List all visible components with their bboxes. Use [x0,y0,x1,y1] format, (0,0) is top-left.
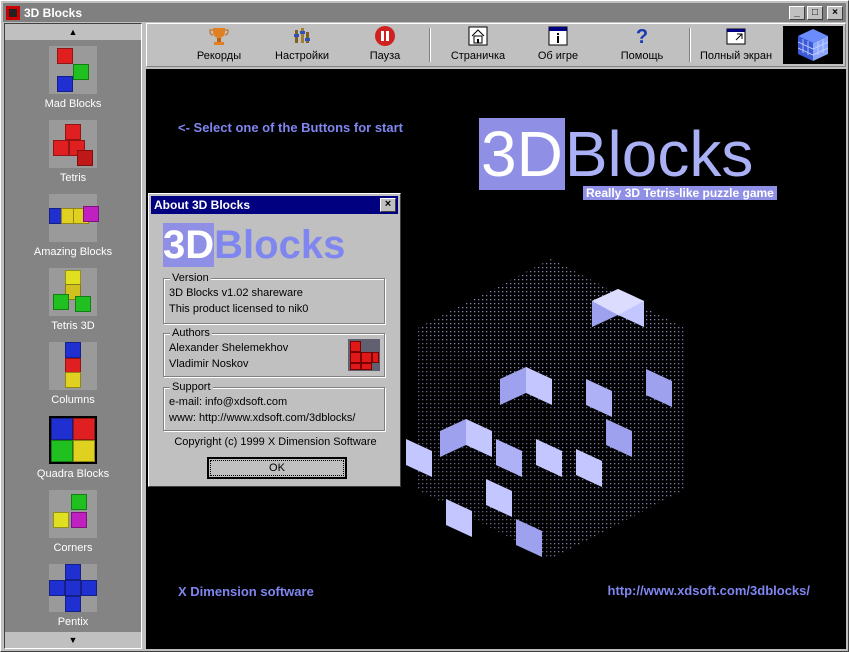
cube-artwork [406,259,686,559]
toolbar-separator [689,28,691,62]
pentix-icon [49,564,97,612]
about-dialog: About 3D Blocks × 3DBlocks Version 3D Bl… [148,193,401,487]
dialog-close-button[interactable]: × [380,198,396,212]
game-corners[interactable]: Corners [5,488,141,562]
columns-icon [49,342,97,390]
pause-button[interactable]: Пауза [357,25,413,64]
homepage-button[interactable]: Страничка [443,26,513,64]
toolbar-separator [429,28,431,62]
pause-icon [374,25,396,50]
authors-legend: Authors [170,327,212,339]
tetris-icon [49,120,97,168]
authors-group: Authors Alexander Shelemekhov Vladimir N… [163,327,385,377]
amazing-blocks-icon [49,194,99,242]
records-label: Рекорды [196,50,242,62]
game-tetris[interactable]: Tetris [5,118,141,192]
homepage-label: Страничка [450,50,506,62]
tetris-blocks-icon [348,339,380,371]
help-question-icon: ? [635,25,649,48]
about-button[interactable]: Об игре [533,26,583,64]
dialog-title-bar[interactable]: About 3D Blocks × [151,196,398,214]
game-label: Corners [53,542,93,554]
info-icon [548,26,568,49]
game-label: Pentix [57,616,89,628]
dialog-logo: 3DBlocks [163,223,385,267]
settings-label: Настройки [275,50,329,62]
support-www[interactable]: www: http://www.xdsoft.com/3dblocks/ [169,412,355,424]
version-legend: Version [170,272,211,284]
app-window: 3D Blocks _ □ × ▲ Mad Blocks Tetris Amaz… [0,0,849,652]
help-label: Помощь [620,50,664,62]
minimize-button[interactable]: _ [789,5,805,20]
window-title: 3D Blocks [24,5,83,20]
game-label: Columns [51,394,95,406]
brand-logo: 3DBlocks [479,118,754,190]
start-hint: <- Select one of the Buttons for start [178,120,403,135]
company-name: X Dimension software [178,584,314,599]
game-sidebar: ▲ Mad Blocks Tetris Amazing Blocks Tetri… [4,23,142,649]
about-label: Об игре [537,50,579,62]
author-2: Vladimir Noskov [169,358,249,370]
dialog-logo-3d: 3D [163,223,215,267]
support-group: Support e-mail: info@xdsoft.com www: htt… [163,381,385,431]
game-label: Quadra Blocks [36,468,110,480]
home-icon [468,26,488,49]
version-text: 3D Blocks v1.02 shareware [169,287,303,299]
support-email[interactable]: e-mail: info@xdsoft.com [169,396,287,408]
records-button[interactable]: Рекорды [189,26,249,64]
brand-subtitle: Really 3D Tetris-like puzzle game [583,186,777,200]
trophy-icon [209,26,229,49]
title-bar[interactable]: 3D Blocks _ □ × [3,3,846,22]
author-1: Alexander Shelemekhov [169,342,289,354]
help-button[interactable]: ? Помощь [613,26,671,64]
game-columns[interactable]: Columns [5,340,141,414]
game-mad-blocks[interactable]: Mad Blocks [5,44,141,118]
website-link[interactable]: http://www.xdsoft.com/3dblocks/ [608,583,810,598]
tetris-3d-icon [49,268,97,316]
close-button[interactable]: × [827,5,843,20]
pause-label: Пауза [369,50,401,62]
copyright-text: Copyright (c) 1999 X Dimension Software [174,436,377,448]
toolbar: Рекорды Настройки Пауза Страничка Об игр… [146,23,846,67]
cube-logo-icon [783,26,843,64]
brand-blocks: Blocks [564,118,754,190]
corners-icon [49,490,97,538]
game-label: Tetris 3D [51,320,95,332]
ok-button[interactable]: OK [207,457,347,479]
settings-icon [292,26,312,49]
mad-blocks-icon [49,46,97,94]
app-logo-icon [6,5,20,20]
fullscreen-label: Полный экран [699,50,773,62]
fullscreen-button[interactable]: Полный экран [697,26,775,64]
quadra-blocks-icon [49,416,97,464]
game-label: Tetris [59,172,87,184]
license-text: This product licensed to nik0 [169,303,309,315]
dialog-logo-blocks: Blocks [214,223,346,267]
game-tetris-3d[interactable]: Tetris 3D [5,266,141,340]
game-label: Amazing Blocks [33,246,113,258]
game-amazing-blocks[interactable]: Amazing Blocks [5,192,141,266]
game-label: Mad Blocks [44,98,102,110]
scroll-down-arrow-icon[interactable]: ▼ [5,632,141,648]
game-pentix[interactable]: Pentix [5,562,141,636]
version-group: Version 3D Blocks v1.02 shareware This p… [163,272,385,324]
brand-3d: 3D [479,118,565,190]
fullscreen-icon [726,26,746,49]
game-quadra-blocks[interactable]: Quadra Blocks [5,414,141,488]
dialog-title: About 3D Blocks [154,198,251,212]
settings-button[interactable]: Настройки [269,26,335,64]
support-legend: Support [170,381,213,393]
scroll-up-arrow-icon[interactable]: ▲ [5,24,141,40]
maximize-button[interactable]: □ [807,5,823,20]
